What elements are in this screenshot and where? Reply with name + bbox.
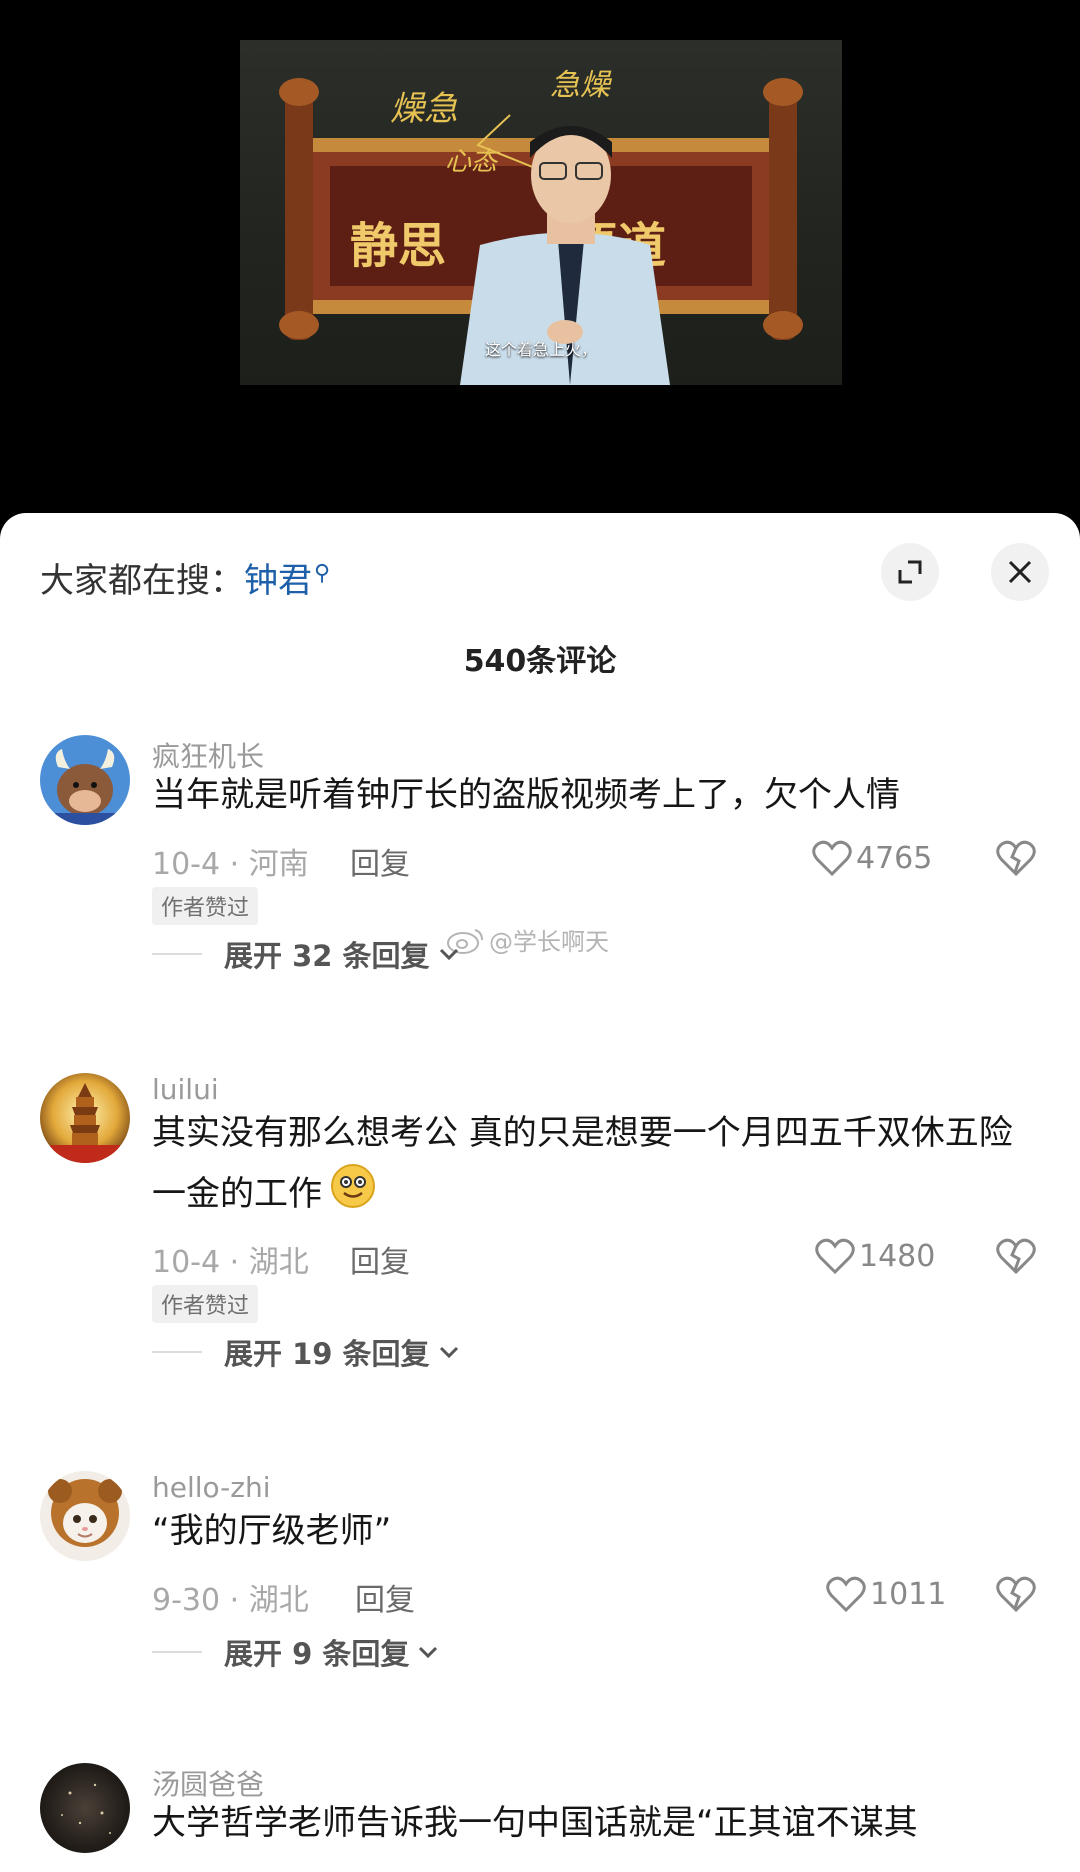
comment-meta: 9-30 · 湖北 <box>152 1583 309 1618</box>
reply-button[interactable]: 回复 <box>350 839 410 883</box>
search-icon: ⚲ <box>314 560 331 586</box>
like-count: 1480 <box>859 1238 936 1274</box>
video-frame[interactable]: 静思 悟道 燥急 急燥 心态 这个着急上火， <box>240 40 842 385</box>
heart-icon <box>812 840 852 877</box>
expand-button[interactable] <box>881 543 939 601</box>
trending-search[interactable]: 大家都在搜：钟君⚲ <box>40 553 330 602</box>
watermark: @学长啊天 <box>445 922 609 957</box>
expand-replies-label: 展开 32 条回复 <box>224 939 430 973</box>
like-button[interactable]: 1480 <box>815 1237 935 1275</box>
reply-button[interactable]: 回复 <box>355 1575 415 1619</box>
expand-replies-button[interactable]: 展开 19 条回复 <box>152 1331 460 1373</box>
comment-text: 大学哲学老师告诉我一句中国话就是“正其谊不谋其 <box>152 1803 918 1843</box>
comment-text: 当年就是听着钟厅长的盗版视频考上了，欠个人情 <box>152 775 900 815</box>
broken-heart-icon <box>996 840 1036 877</box>
search-prefix: 大家都在搜： <box>40 561 244 601</box>
comment-meta: 10-4 · 湖北 <box>152 1245 309 1280</box>
expand-icon <box>898 560 922 584</box>
handwriting-2: 急燥 <box>550 68 613 103</box>
avatar[interactable] <box>40 1763 130 1853</box>
reply-button[interactable]: 回复 <box>350 1237 410 1281</box>
like-count: 1011 <box>870 1576 947 1612</box>
video-scene: 静思 悟道 燥急 急燥 心态 <box>279 68 803 385</box>
dislike-button[interactable] <box>995 1575 1037 1617</box>
comments-sheet: 大家都在搜：钟君⚲ 540条评论 @学长啊天 疯狂机长 当年就是听着钟厅长的盗版… <box>0 513 1080 1872</box>
close-icon <box>1008 560 1032 584</box>
comment-username[interactable]: hello-zhi <box>152 1471 271 1504</box>
expand-replies-label: 展开 19 条回复 <box>224 1337 430 1371</box>
dislike-button[interactable] <box>995 839 1037 881</box>
like-button[interactable]: 1011 <box>826 1575 946 1613</box>
divider-line <box>152 953 202 955</box>
chevron-down-icon <box>439 1346 458 1359</box>
watermark-text: @学长啊天 <box>489 928 609 956</box>
video-caption: 这个着急上火， <box>484 340 597 359</box>
expand-replies-button[interactable]: 展开 32 条回复 <box>152 933 460 975</box>
comment-text: “我的厅级老师” <box>152 1511 392 1551</box>
divider-line <box>152 1351 202 1353</box>
avatar[interactable] <box>40 1073 130 1163</box>
video-player[interactable]: 静思 悟道 燥急 急燥 心态 这个着急上火， <box>0 0 1080 560</box>
author-liked-badge: 作者赞过 <box>152 1285 259 1323</box>
dislike-button[interactable] <box>995 1237 1037 1279</box>
divider-line <box>152 1651 202 1653</box>
svg-text:急燥: 急燥 <box>550 68 613 103</box>
search-keyword[interactable]: 钟君 <box>244 561 312 601</box>
comment-text: 其实没有那么想考公 真的只是想要一个月四五千双休五险一金的工作 <box>152 1103 1032 1228</box>
like-count: 4765 <box>856 840 933 876</box>
chevron-down-icon <box>439 948 458 961</box>
comment-meta: 10-4 · 河南 <box>152 847 309 882</box>
close-button[interactable] <box>991 543 1049 601</box>
avatar[interactable] <box>40 735 130 825</box>
expand-replies-button[interactable]: 展开 9 条回复 <box>152 1631 439 1673</box>
comment-username[interactable]: luilui <box>152 1073 219 1106</box>
author-liked-badge: 作者赞过 <box>152 887 259 925</box>
board-word-left: 静思 <box>350 218 446 274</box>
comment-count: 540条评论 <box>463 644 617 679</box>
broken-heart-icon <box>996 1576 1036 1613</box>
broken-heart-icon <box>996 1238 1036 1275</box>
heart-icon <box>826 1576 866 1613</box>
expand-replies-label: 展开 9 条回复 <box>224 1637 410 1671</box>
heart-icon <box>815 1238 855 1275</box>
svg-text:燥急: 燥急 <box>390 89 458 129</box>
comment-text-content: 其实没有那么想考公 真的只是想要一个月四五千双休五险一金的工作 <box>152 1113 1013 1214</box>
like-button[interactable]: 4765 <box>812 839 932 877</box>
svg-text:静思: 静思 <box>350 218 446 274</box>
chevron-down-icon <box>419 1646 438 1659</box>
avatar[interactable] <box>40 1471 130 1561</box>
smile-emoji-icon <box>330 1163 376 1228</box>
handwriting-1: 燥急 <box>390 89 458 129</box>
